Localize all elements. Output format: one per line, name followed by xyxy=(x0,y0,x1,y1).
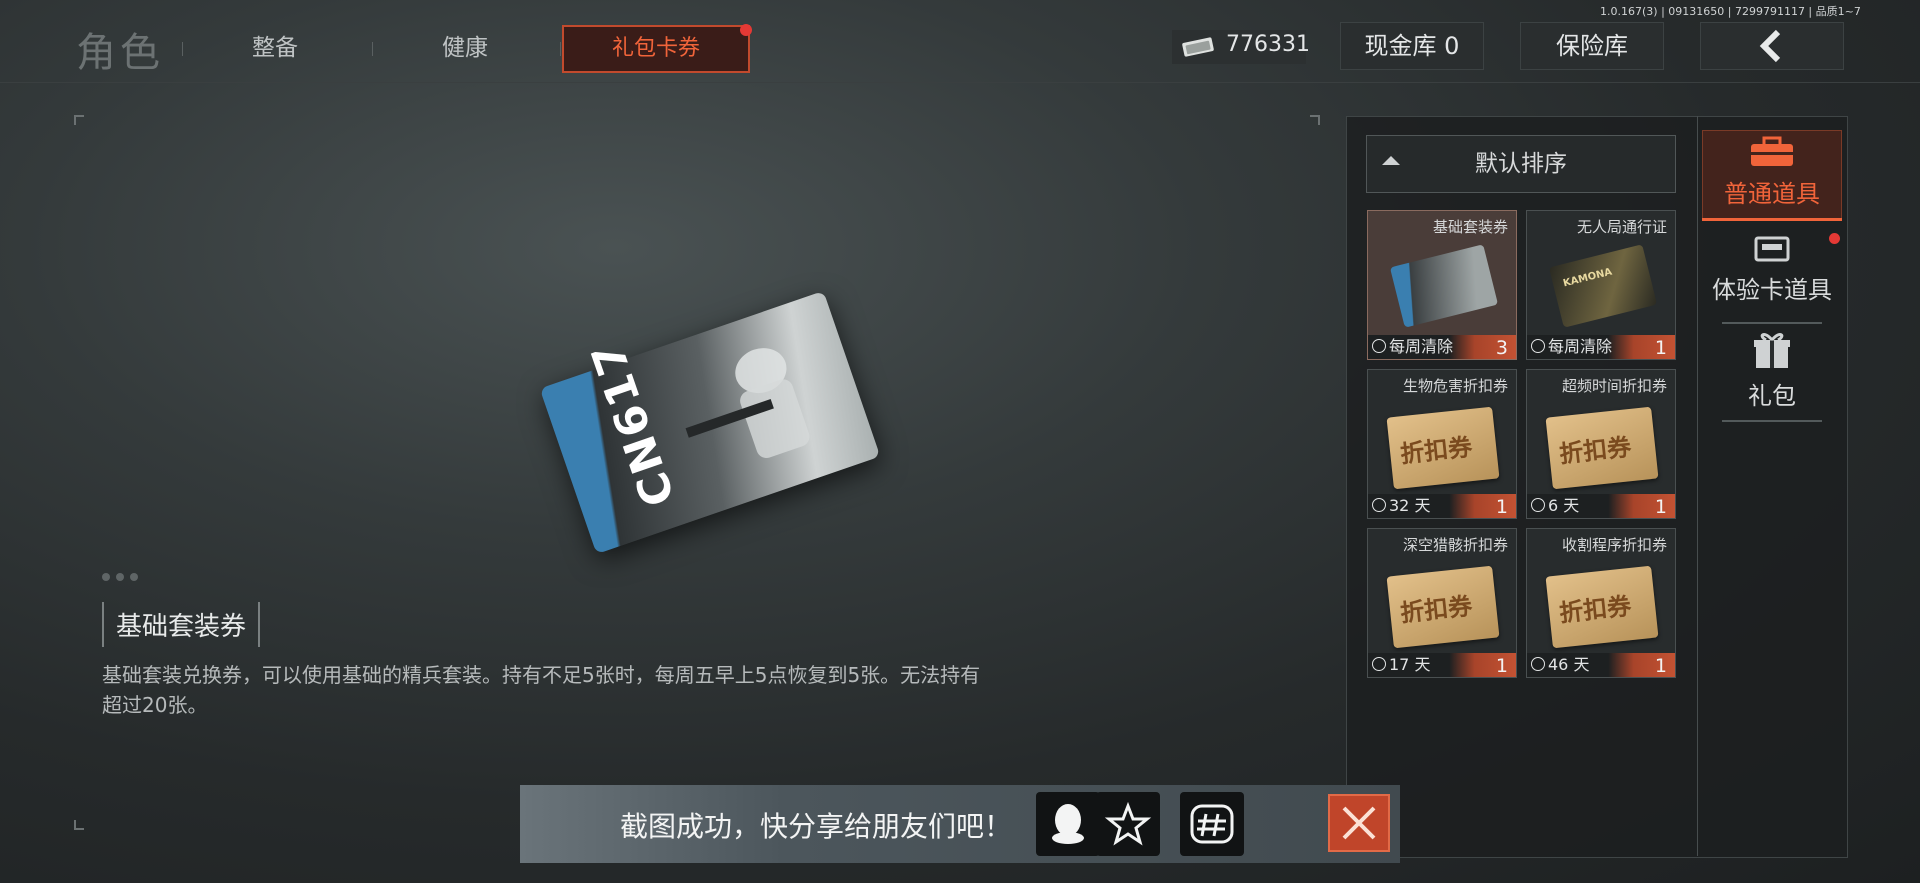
slot-count: 1 xyxy=(1654,496,1667,518)
star-icon xyxy=(1104,801,1152,846)
share-hashtag-button[interactable] xyxy=(1180,792,1244,856)
notification-dot xyxy=(740,24,752,36)
slot-name: 深空猎骸折扣券 xyxy=(1402,536,1508,554)
inventory-slot-deepspace-coupon[interactable]: 深空猎骸折扣券 折扣券 17 天 1 xyxy=(1367,528,1517,678)
back-button[interactable] xyxy=(1700,22,1844,70)
clock-icon xyxy=(1531,498,1545,512)
tab-separator xyxy=(560,42,561,56)
tab-health[interactable]: 健康 xyxy=(390,28,540,62)
slot-name: 无人局通行证 xyxy=(1576,218,1667,236)
coupon-icon: 折扣券 xyxy=(1545,406,1659,490)
item-preview-card xyxy=(539,290,881,555)
slot-count: 1 xyxy=(1654,655,1667,677)
banknote-icon xyxy=(1182,37,1214,57)
panel-divider xyxy=(1697,116,1698,856)
category-divider xyxy=(1722,420,1822,422)
slot-time: 每周清除 xyxy=(1372,333,1453,357)
inventory-slot-basic-kit[interactable]: 基础套装券 每周清除 3 xyxy=(1367,210,1517,360)
slot-time: 17 天 xyxy=(1372,651,1430,675)
category-label: 普通道具 xyxy=(1724,180,1820,208)
item-name: 基础套装券 xyxy=(102,602,261,647)
toast-message: 截图成功，快分享给朋友们吧！ xyxy=(620,810,1013,843)
slot-time: 32 天 xyxy=(1372,492,1430,516)
soldier-silhouette xyxy=(685,348,810,459)
slot-name: 基础套装券 xyxy=(1432,218,1508,236)
clock-icon xyxy=(1531,339,1545,353)
category-active-indicator xyxy=(1702,218,1842,221)
coupon-icon: 折扣券 xyxy=(1386,406,1500,490)
currency-value: 776331 xyxy=(1226,32,1310,57)
hashtag-icon xyxy=(1190,804,1234,844)
slot-count: 1 xyxy=(1495,496,1508,518)
inventory-slot-pass[interactable]: 无人局通行证 KAMONA 每周清除 1 xyxy=(1526,210,1676,360)
category-label: 体验卡道具 xyxy=(1712,276,1832,304)
clock-icon xyxy=(1372,339,1386,353)
inventory-slot-harvest-coupon[interactable]: 收割程序折扣券 折扣券 46 天 1 xyxy=(1526,528,1676,678)
inventory-slot-bio-coupon[interactable]: 生物危害折扣券 折扣券 32 天 1 xyxy=(1367,369,1517,519)
close-icon xyxy=(1342,806,1376,840)
version-label: 1.0.167(3) | 09131650 | 7299791117 | 品质1… xyxy=(1600,5,1861,18)
slot-name: 超频时间折扣券 xyxy=(1561,377,1667,395)
card-icon xyxy=(1754,236,1790,262)
inventory-slot-overclock-coupon[interactable]: 超频时间折扣券 折扣券 6 天 1 xyxy=(1526,369,1676,519)
pass-card-text: KAMONA xyxy=(1562,266,1614,290)
slot-time: 每周清除 xyxy=(1531,333,1612,357)
clock-icon xyxy=(1531,657,1545,671)
slot-count: 3 xyxy=(1495,337,1508,359)
tab-equipment[interactable]: 整备 xyxy=(200,28,350,62)
tab-gift-vouchers[interactable]: 礼包卡券 xyxy=(562,25,750,73)
frame-corner xyxy=(1310,115,1320,125)
cash-vault-button[interactable]: 现金库 0 xyxy=(1340,22,1484,70)
frame-corner xyxy=(74,820,84,830)
coupon-icon: 折扣券 xyxy=(1386,565,1500,649)
insurance-vault-button[interactable]: 保险库 xyxy=(1520,22,1664,70)
category-divider xyxy=(1722,322,1822,324)
gift-icon xyxy=(1754,333,1790,368)
clock-icon xyxy=(1372,657,1386,671)
slot-name: 收割程序折扣券 xyxy=(1561,536,1667,554)
pass-card-thumbnail: KAMONA xyxy=(1548,244,1658,328)
category-label: 礼包 xyxy=(1748,382,1796,410)
toolbox-icon xyxy=(1751,136,1793,166)
decor-dots xyxy=(102,566,144,585)
chevron-left-icon xyxy=(1759,29,1781,63)
category-trial-cards[interactable]: 体验卡道具 xyxy=(1702,232,1842,305)
sort-label: 默认排序 xyxy=(1475,151,1567,177)
slot-count: 1 xyxy=(1495,655,1508,677)
slot-time: 46 天 xyxy=(1531,651,1589,675)
slot-name: 生物危害折扣券 xyxy=(1402,377,1508,395)
item-description: 基础套装兑换券，可以使用基础的精兵套装。持有不足5张时，每周五早上5点恢复到5张… xyxy=(102,663,981,717)
slot-count: 1 xyxy=(1654,337,1667,359)
clock-icon xyxy=(1372,498,1386,512)
share-star-button[interactable] xyxy=(1096,792,1160,856)
frame-corner xyxy=(74,115,84,125)
page-title: 角色 xyxy=(76,30,164,76)
category-gift-packs[interactable]: 礼包 xyxy=(1702,330,1842,411)
coupon-icon: 折扣券 xyxy=(1545,565,1659,649)
category-normal-items[interactable]: 普通道具 xyxy=(1702,130,1842,220)
qq-icon xyxy=(1052,804,1084,844)
tab-separator xyxy=(182,42,183,56)
slot-time: 6 天 xyxy=(1531,492,1579,516)
share-qq-button[interactable] xyxy=(1036,792,1100,856)
toast-close-button[interactable] xyxy=(1328,794,1390,852)
tab-separator xyxy=(372,42,373,56)
kit-card-thumbnail xyxy=(1389,244,1499,328)
